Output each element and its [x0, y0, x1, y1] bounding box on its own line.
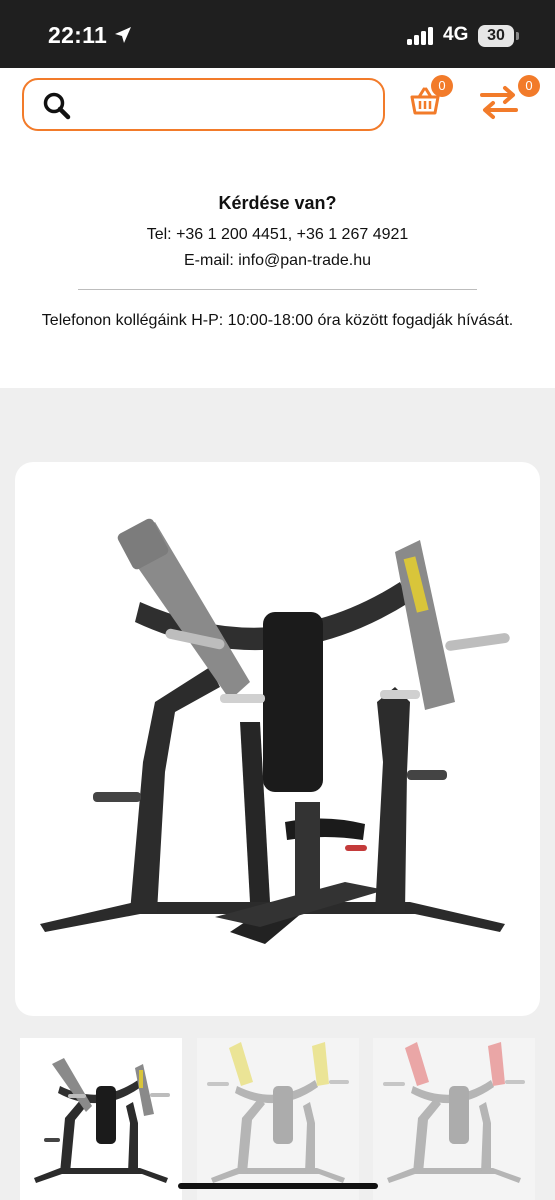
search-bar[interactable]	[22, 78, 385, 131]
search-icon[interactable]	[42, 91, 72, 121]
thumbnail-image	[383, 1042, 525, 1183]
product-thumbnail-red[interactable]	[373, 1038, 535, 1200]
status-bar: 22:11 4G 30	[0, 0, 555, 68]
battery-level: 30	[487, 27, 505, 44]
search-input[interactable]	[86, 88, 366, 122]
divider	[78, 289, 477, 290]
cart-count-badge: 0	[431, 75, 453, 97]
contact-email: E-mail: info@pan-trade.hu	[184, 252, 371, 269]
location-arrow-icon	[115, 27, 131, 43]
chest-press-machine-image	[40, 518, 510, 944]
contact-info: Kérdése van? Tel: +36 1 200 4451, +36 1 …	[0, 193, 555, 274]
thumbnail-image	[207, 1042, 349, 1183]
network-type: 4G	[443, 24, 469, 45]
home-indicator[interactable]	[178, 1183, 378, 1189]
product-main-image[interactable]	[15, 462, 540, 1016]
product-thumbnail-black[interactable]	[20, 1038, 182, 1200]
product-thumbnail-yellow[interactable]	[197, 1038, 359, 1200]
compare-count-badge: 0	[518, 75, 540, 97]
contact-hours: Telefonon kollégáink H-P: 10:00-18:00 ór…	[41, 312, 514, 329]
status-time: 22:11	[48, 22, 108, 48]
battery-nub	[516, 32, 519, 40]
contact-phone: Tel: +36 1 200 4451, +36 1 267 4921	[146, 226, 409, 243]
contact-title: Kérdése van?	[218, 193, 337, 213]
battery-icon: 30	[478, 25, 514, 47]
signal-icon	[407, 27, 435, 45]
thumbnail-image	[34, 1058, 170, 1183]
swap-arrows-icon[interactable]	[478, 84, 520, 120]
site-header: 0 0 Kérdése van? Tel: +36 1 200 4451, +3…	[0, 68, 555, 388]
